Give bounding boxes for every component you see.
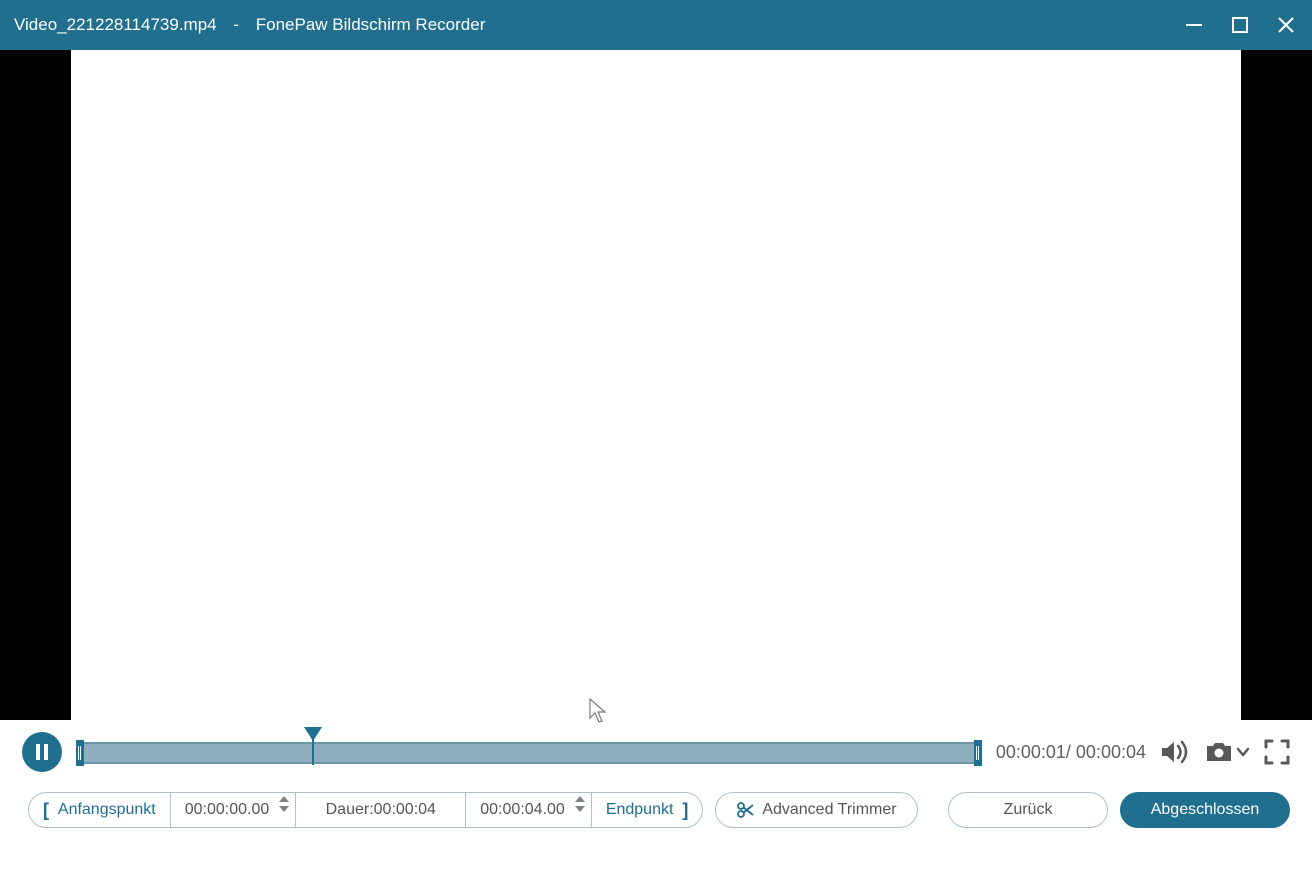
trim-handle-end[interactable]	[974, 740, 982, 766]
maximize-icon	[1231, 16, 1249, 34]
bracket-close-icon: ]	[682, 800, 688, 821]
start-point-button[interactable]: [ Anfangspunkt	[29, 793, 171, 827]
start-time-up[interactable]	[279, 796, 289, 802]
maximize-button[interactable]	[1228, 13, 1252, 37]
cursor-icon	[589, 698, 609, 724]
time-display: 00:00:01/ 00:00:04	[996, 742, 1146, 763]
bracket-open-icon: [	[43, 800, 49, 821]
done-label: Abgeschlossen	[1151, 801, 1260, 819]
close-icon	[1276, 15, 1296, 35]
pause-icon	[34, 743, 50, 761]
close-button[interactable]	[1274, 13, 1298, 37]
trim-handle-start[interactable]	[76, 740, 84, 766]
end-time-field[interactable]: 00:00:04.00	[466, 793, 592, 827]
end-time-down[interactable]	[575, 806, 585, 812]
end-point-button[interactable]: Endpunkt ]	[592, 793, 703, 827]
duration-label: Dauer:	[326, 801, 374, 819]
fullscreen-icon	[1264, 739, 1290, 765]
title-appname: FonePaw Bildschirm Recorder	[256, 15, 486, 35]
video-canvas[interactable]	[71, 50, 1241, 720]
start-time-value: 00:00:00.00	[185, 801, 270, 819]
minimize-icon	[1184, 15, 1204, 35]
timeline-track[interactable]	[76, 742, 982, 764]
end-time-up[interactable]	[575, 796, 585, 802]
advanced-trimmer-label: Advanced Trimmer	[762, 801, 896, 819]
start-time-down[interactable]	[279, 806, 289, 812]
advanced-trimmer-button[interactable]: Advanced Trimmer	[715, 792, 917, 828]
total-time: 00:00:04	[1076, 742, 1146, 762]
done-button[interactable]: Abgeschlossen	[1120, 792, 1290, 828]
title-filename: Video_221228114739.mp4	[14, 15, 217, 35]
video-viewport	[0, 50, 1312, 720]
end-time-value: 00:00:04.00	[480, 801, 565, 819]
title-separator: -	[233, 15, 239, 35]
end-label: Endpunkt	[606, 801, 674, 819]
trim-segment-group: [ Anfangspunkt 00:00:00.00 Dauer:00:00:0…	[28, 792, 703, 828]
volume-icon	[1160, 739, 1190, 765]
scissors-icon	[736, 801, 754, 819]
titlebar: Video_221228114739.mp4 - FonePaw Bildsch…	[0, 0, 1312, 50]
trim-controls: [ Anfangspunkt 00:00:00.00 Dauer:00:00:0…	[0, 778, 1312, 848]
snapshot-button[interactable]	[1204, 740, 1250, 764]
duration-value: 00:00:04	[374, 801, 436, 819]
start-time-field[interactable]: 00:00:00.00	[171, 793, 297, 827]
playback-bar: 00:00:01/ 00:00:04	[0, 720, 1312, 778]
camera-icon	[1204, 740, 1234, 764]
fullscreen-button[interactable]	[1264, 739, 1290, 765]
back-label: Zurück	[1004, 801, 1053, 819]
timeline[interactable]	[76, 734, 982, 770]
pause-button[interactable]	[22, 732, 62, 772]
minimize-button[interactable]	[1182, 13, 1206, 37]
volume-button[interactable]	[1160, 739, 1190, 765]
current-time: 00:00:01	[996, 742, 1066, 762]
duration-field: Dauer:00:00:04	[296, 793, 466, 827]
chevron-down-icon	[1236, 745, 1250, 759]
playhead[interactable]	[304, 727, 322, 741]
time-sep: /	[1066, 742, 1076, 762]
back-button[interactable]: Zurück	[948, 792, 1108, 828]
start-label: Anfangspunkt	[58, 801, 156, 819]
